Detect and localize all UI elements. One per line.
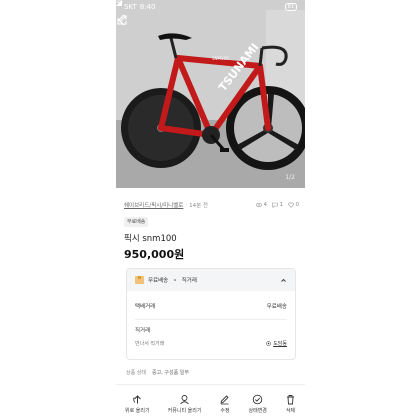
status-change-label: 상태변경 — [248, 407, 267, 414]
delete-button[interactable]: 삭제 — [285, 394, 296, 414]
chat-count-value: 1 — [279, 202, 284, 208]
package-icon — [135, 276, 144, 284]
chat-count: 1 — [272, 202, 283, 208]
pencil-icon — [220, 394, 230, 404]
shipping-card-header[interactable]: 무료배송 직거래 — [127, 269, 295, 291]
seller-name-link[interactable]: 쉐이브리드/픽시/미니벨로 — [124, 201, 183, 209]
shipping-card: 무료배송 직거래 택배거래 무료배송 직거래 만나서 직거래 도담동 — [126, 268, 296, 360]
condition-row: 상품 상태 중고, 구성품 일부 — [126, 369, 296, 376]
location-pin-icon — [266, 341, 271, 346]
edit-button[interactable]: 수정 — [219, 394, 230, 414]
chat-bubble-icon — [272, 202, 278, 208]
location-name: 도담동 — [273, 341, 287, 347]
posted-time: 14분 전 — [189, 203, 208, 209]
bottom-action-bar: 위로 올리기 커뮤니티 올리기 수정 상태변경 삭제 — [116, 384, 305, 420]
free-shipping-badge: 무료배송 — [124, 217, 149, 227]
chevron-up-icon[interactable] — [280, 277, 287, 284]
top-tube-logo: SNM100 — [212, 56, 229, 61]
direct-deal-label: 직거래 — [135, 328, 151, 334]
parcel-label: 택배거래 — [135, 304, 156, 310]
clock-label: 8:40 — [139, 3, 156, 11]
condition-label: 상품 상태 — [126, 370, 146, 376]
signal-icon — [116, 0, 122, 6]
seller-row: 쉐이브리드/픽시/미니벨로 · 14분 전 4 1 0 — [124, 201, 299, 209]
eye-icon — [256, 203, 262, 207]
view-count-value: 4 — [263, 202, 268, 208]
community-icon — [180, 394, 189, 404]
top-nav — [116, 14, 305, 34]
bump-button[interactable]: 위로 올리기 — [125, 394, 150, 414]
header-free-shipping: 무료배송 — [148, 278, 169, 284]
parcel-value: 무료배송 — [266, 304, 287, 310]
direct-deal-row: 만나서 직거래 도담동 — [127, 340, 295, 347]
image-counter: 1/2 — [285, 174, 295, 181]
trash-icon — [286, 394, 294, 404]
location-link[interactable]: 도담동 — [266, 340, 287, 347]
bump-label: 위로 올리기 — [125, 407, 150, 414]
check-circle-icon — [252, 394, 263, 404]
product-photo[interactable]: TSUNAMI SNM100 SKT 8:40 81 1/2 — [116, 0, 305, 188]
community-label: 커뮤니티 올리기 — [167, 407, 202, 414]
battery-icon: 81 — [284, 3, 297, 11]
parcel-row: 택배거래 무료배송 — [127, 299, 295, 313]
product-price: 950,000원 — [124, 248, 185, 261]
heart-icon — [288, 202, 294, 208]
like-count: 0 — [288, 202, 299, 208]
status-change-button[interactable]: 상태변경 — [249, 394, 267, 414]
bump-up-icon — [133, 394, 141, 403]
header-direct-deal: 직거래 — [181, 278, 197, 284]
direct-deal-desc: 만나서 직거래 — [135, 341, 165, 347]
share-icon[interactable] — [116, 14, 128, 26]
view-count: 4 — [256, 202, 267, 208]
delete-label: 삭제 — [285, 407, 296, 414]
community-post-button[interactable]: 커뮤니티 올리기 — [167, 394, 202, 414]
edit-label: 수정 — [220, 407, 230, 414]
carrier-label: SKT — [124, 3, 137, 11]
condition-value: 중고, 구성품 일부 — [152, 370, 189, 376]
product-title: 픽시 snm100 — [124, 234, 177, 244]
like-count-value: 0 — [295, 202, 300, 208]
status-bar: SKT 8:40 81 — [116, 0, 305, 14]
